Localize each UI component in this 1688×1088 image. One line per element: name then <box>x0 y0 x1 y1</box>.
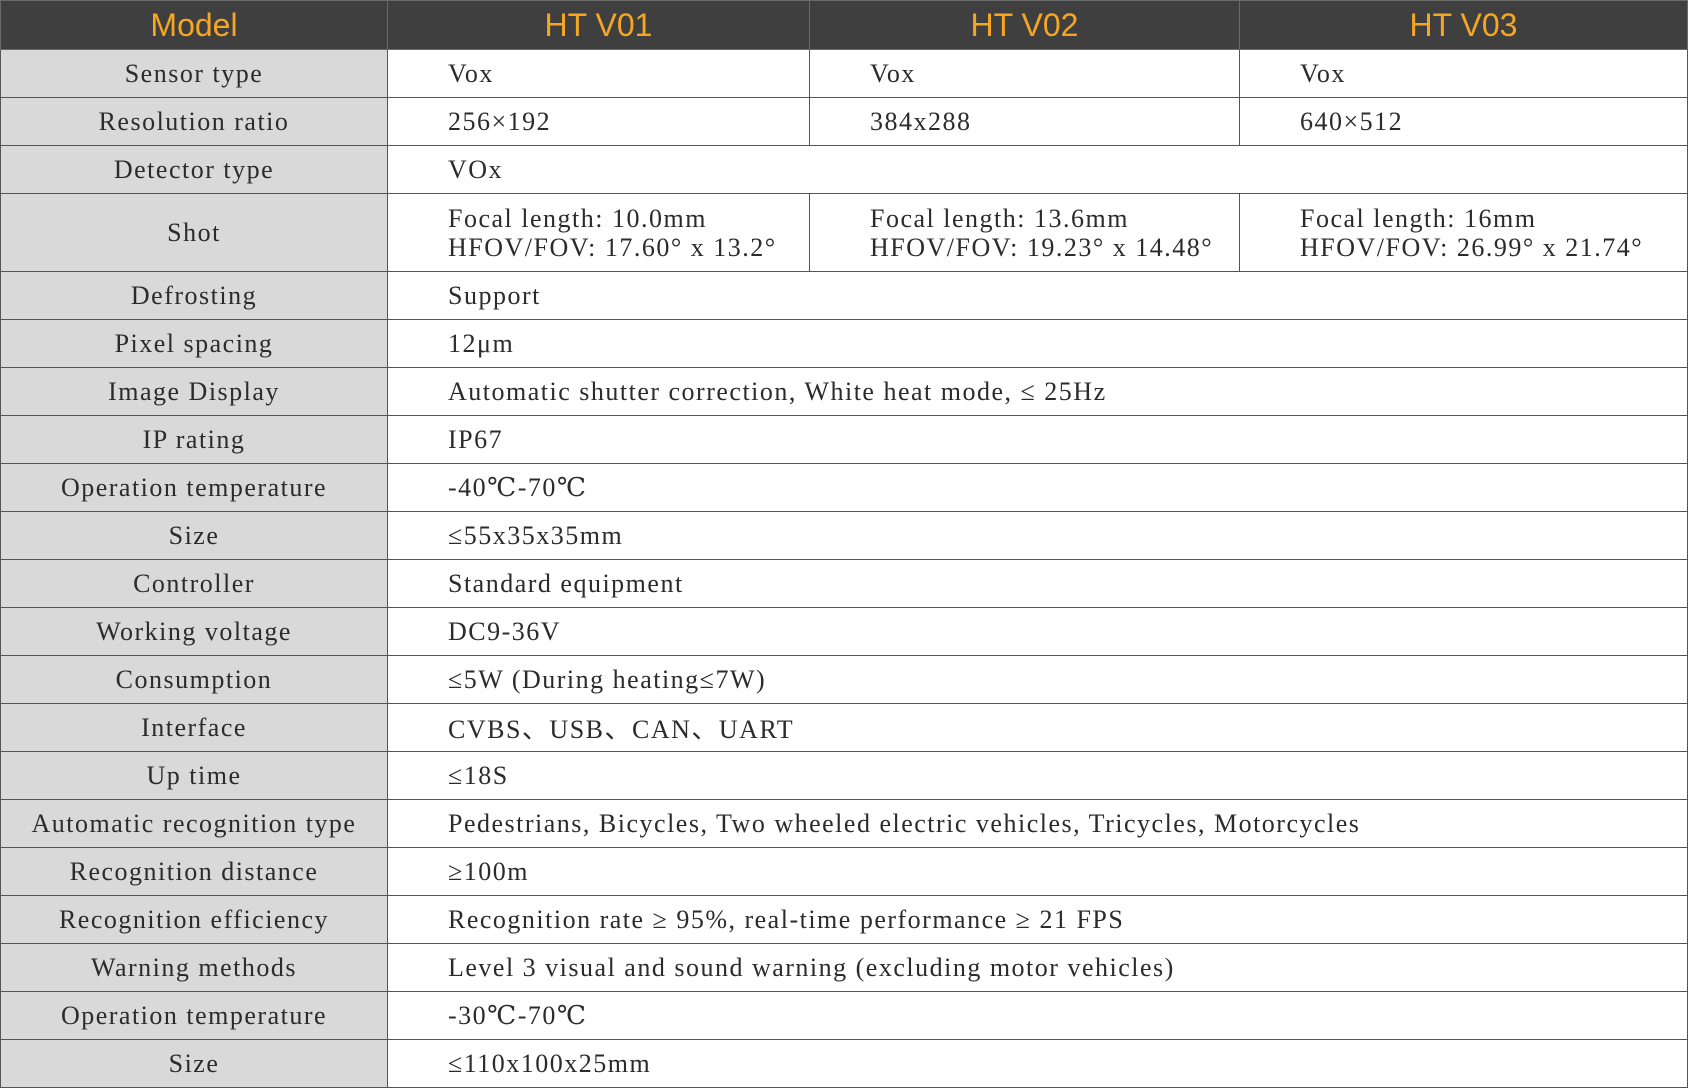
spec-row: Sensor type Vox Vox Vox <box>0 49 1688 98</box>
model-header: Model <box>0 0 388 50</box>
spec-value-all-models: Automatic shutter correction, White heat… <box>387 367 1688 416</box>
spec-label: Operation temperature <box>0 991 388 1040</box>
spec-label: Image Display <box>0 367 388 416</box>
spec-value-model-2: Vox <box>809 49 1240 98</box>
spec-label: Controller <box>0 559 388 608</box>
spec-label: Consumption <box>0 655 388 704</box>
spec-value-line: Focal length: 10.0mm <box>448 203 707 233</box>
spec-value-all-models: ≤110x100x25mm <box>387 1039 1688 1088</box>
spec-row: Recognition distance ≥100m <box>0 847 1688 896</box>
spec-row: Detector type VOx <box>0 145 1688 194</box>
spec-label: Detector type <box>0 145 388 194</box>
spec-row: Controller Standard equipment <box>0 559 1688 608</box>
spec-label: Automatic recognition type <box>0 799 388 848</box>
model-header-ht-v03: HT V03 <box>1239 0 1688 50</box>
spec-value-all-models: CVBS、USB、CAN、UART <box>387 703 1688 752</box>
spec-value-all-models: ≤5W (During heating≤7W) <box>387 655 1688 704</box>
spec-label: Working voltage <box>0 607 388 656</box>
model-header-ht-v01: HT V01 <box>387 0 810 50</box>
spec-value-model-2: Focal length: 13.6mm HFOV/FOV: 19.23° x 1… <box>809 193 1240 272</box>
header-row: Model HT V01 HT V02 HT V03 <box>0 0 1688 50</box>
spec-table: Model HT V01 HT V02 HT V03 Sensor type Vo… <box>0 0 1688 1088</box>
spec-value-all-models: ≥100m <box>387 847 1688 896</box>
spec-value-all-models: ≤18S <box>387 751 1688 800</box>
spec-value-line: HFOV/FOV: 17.60° x 13.2° <box>448 232 777 262</box>
spec-value-all-models: Standard equipment <box>387 559 1688 608</box>
spec-value-line: HFOV/FOV: 19.23° x 14.48° <box>870 232 1214 262</box>
spec-value-model-1: Vox <box>387 49 810 98</box>
spec-value-model-1: 256×192 <box>387 97 810 146</box>
spec-value-all-models: 12μm <box>387 319 1688 368</box>
spec-label: Recognition distance <box>0 847 388 896</box>
spec-label: Defrosting <box>0 271 388 320</box>
spec-value-all-models: DC9-36V <box>387 607 1688 656</box>
spec-value-all-models: -40℃-70℃ <box>387 463 1688 512</box>
spec-row: Pixel spacing 12μm <box>0 319 1688 368</box>
spec-body: Sensor type Vox Vox Vox Resolution ratio 256×… <box>0 49 1688 1088</box>
spec-value-model-3: 640×512 <box>1239 97 1688 146</box>
spec-value-line: Focal length: 13.6mm <box>870 203 1129 233</box>
spec-value-all-models: Recognition rate ≥ 95%, real-time perfor… <box>387 895 1688 944</box>
spec-label: Pixel spacing <box>0 319 388 368</box>
spec-row: Resolution ratio 256×192 384x288 640×512 <box>0 97 1688 146</box>
spec-row: IP rating IP67 <box>0 415 1688 464</box>
spec-label: Shot <box>0 193 388 272</box>
spec-label: IP rating <box>0 415 388 464</box>
spec-row: Warning methods Level 3 visual and sound … <box>0 943 1688 992</box>
spec-label: Size <box>0 1039 388 1088</box>
spec-value-model-1: Focal length: 10.0mm HFOV/FOV: 17.60° x 1… <box>387 193 810 272</box>
spec-label: Recognition efficiency <box>0 895 388 944</box>
spec-row: Operation temperature -40℃-70℃ <box>0 463 1688 512</box>
spec-value-all-models: IP67 <box>387 415 1688 464</box>
spec-label: Warning methods <box>0 943 388 992</box>
spec-label: Up time <box>0 751 388 800</box>
model-header-ht-v02: HT V02 <box>809 0 1240 50</box>
spec-row: Size ≤55x35x35mm <box>0 511 1688 560</box>
spec-label: Sensor type <box>0 49 388 98</box>
spec-value-all-models: Support <box>387 271 1688 320</box>
spec-value-all-models: -30℃-70℃ <box>387 991 1688 1040</box>
spec-row: Defrosting Support <box>0 271 1688 320</box>
spec-label: Resolution ratio <box>0 97 388 146</box>
spec-value-line: HFOV/FOV: 26.99° x 21.74° <box>1300 232 1644 262</box>
spec-value-line: Focal length: 16mm <box>1300 203 1537 233</box>
spec-value-model-3: Vox <box>1239 49 1688 98</box>
spec-label: Operation temperature <box>0 463 388 512</box>
spec-value-all-models: VOx <box>387 145 1688 194</box>
spec-row: Interface CVBS、USB、CAN、UART <box>0 703 1688 752</box>
spec-row: Working voltage DC9-36V <box>0 607 1688 656</box>
spec-label: Interface <box>0 703 388 752</box>
spec-value-model-2: 384x288 <box>809 97 1240 146</box>
spec-label: Size <box>0 511 388 560</box>
spec-value-all-models: Level 3 visual and sound warning (exclud… <box>387 943 1688 992</box>
spec-row: Size ≤110x100x25mm <box>0 1039 1688 1088</box>
spec-row: Up time ≤18S <box>0 751 1688 800</box>
spec-row: Automatic recognition type Pedestrians, B… <box>0 799 1688 848</box>
spec-value-model-3: Focal length: 16mm HFOV/FOV: 26.99° x 21.… <box>1239 193 1688 272</box>
spec-value-all-models: Pedestrians, Bicycles, Two wheeled elect… <box>387 799 1688 848</box>
spec-row: Consumption ≤5W (During heating≤7W) <box>0 655 1688 704</box>
spec-row: Image Display Automatic shutter correctio… <box>0 367 1688 416</box>
spec-value-all-models: ≤55x35x35mm <box>387 511 1688 560</box>
spec-row: Shot Focal length: 10.0mm HFOV/FOV: 17.60°… <box>0 193 1688 272</box>
spec-row: Operation temperature -30℃-70℃ <box>0 991 1688 1040</box>
spec-row: Recognition efficiency Recognition rate ≥… <box>0 895 1688 944</box>
